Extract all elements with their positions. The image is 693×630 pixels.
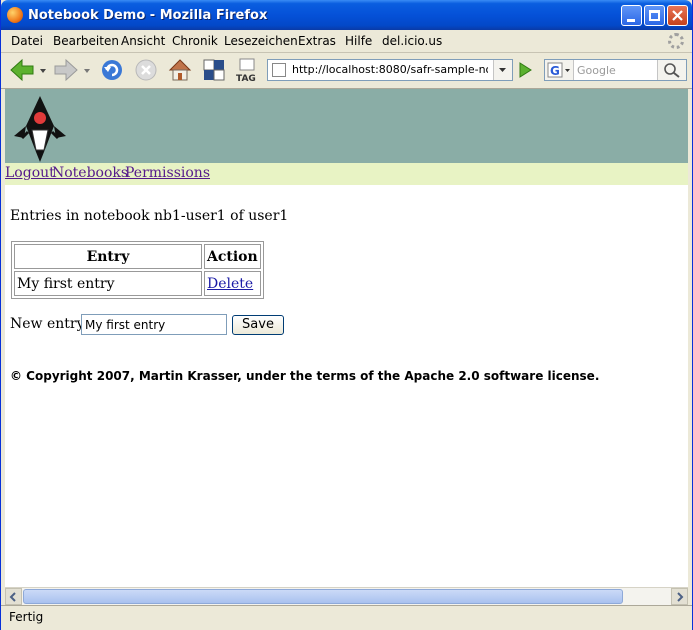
table-header-row: Entry Action [14, 244, 261, 269]
back-button[interactable] [9, 57, 46, 83]
entries-table: Entry Action My first entry Delete [11, 241, 264, 299]
logout-link[interactable]: Logout [5, 165, 55, 181]
maximize-button[interactable] [644, 5, 665, 26]
status-text: Fertig [9, 610, 44, 624]
chevron-right-icon [677, 592, 684, 602]
firefox-icon [7, 7, 23, 23]
tag-icon: TAG [236, 58, 256, 84]
favicon-icon [272, 63, 286, 77]
home-icon [168, 59, 192, 81]
page-content: Logout Notebooks Permissions Entries in … [5, 89, 688, 587]
new-entry-label: New entry: [10, 316, 90, 332]
nav-links-bar: Logout Notebooks Permissions [5, 163, 688, 185]
tag-label: TAG [236, 74, 256, 84]
reload-icon [102, 60, 122, 80]
screenshot-tool-button[interactable] [201, 57, 227, 83]
grid-icon [203, 59, 225, 81]
menu-delicious[interactable]: del.icio.us [382, 34, 442, 48]
duke-logo [14, 96, 66, 162]
chevron-down-icon [499, 68, 506, 72]
go-arrow-icon [519, 62, 532, 78]
table-row: My first entry Delete [14, 271, 261, 296]
permissions-link[interactable]: Permissions [125, 165, 210, 181]
stop-icon [135, 59, 157, 81]
window-title: Notebook Demo - Mozilla Firefox [28, 8, 268, 23]
search-button[interactable] [657, 60, 686, 80]
title-bar: Notebook Demo - Mozilla Firefox [1, 0, 692, 30]
menu-datei[interactable]: Datei [11, 34, 43, 48]
reload-button[interactable] [99, 57, 125, 83]
header-banner [5, 89, 688, 163]
chevron-left-icon [9, 592, 16, 602]
go-button[interactable] [515, 61, 535, 79]
save-button[interactable]: Save [232, 315, 284, 335]
new-entry-input[interactable] [81, 314, 227, 335]
scrollbar-thumb[interactable] [23, 589, 623, 604]
close-button[interactable] [667, 5, 688, 26]
menu-bearbeiten[interactable]: Bearbeiten [53, 34, 119, 48]
forward-arrow-icon [54, 58, 90, 82]
throbber-icon [668, 33, 684, 49]
horizontal-scrollbar[interactable] [5, 587, 688, 606]
menu-bar: Datei Bearbeiten Ansicht Chronik Lesezei… [1, 30, 692, 53]
search-placeholder: Google [577, 64, 616, 77]
menu-hilfe[interactable]: Hilfe [345, 34, 372, 48]
search-box[interactable]: G Google [544, 59, 687, 81]
menu-chronik[interactable]: Chronik [172, 34, 218, 48]
search-engine-selector[interactable]: G [545, 60, 574, 80]
navigation-toolbar: TAG http://localhost:8080/safr-sample-no… [1, 53, 692, 89]
scroll-left-button[interactable] [5, 588, 22, 605]
action-cell: Delete [204, 271, 261, 296]
address-bar[interactable]: http://localhost:8080/safr-sample-notebo… [267, 59, 513, 81]
copyright-text: © Copyright 2007, Martin Krasser, under … [10, 369, 600, 383]
status-bar: Fertig [1, 605, 692, 630]
magnifier-icon [664, 63, 680, 78]
close-icon [672, 10, 683, 21]
forward-button[interactable] [53, 57, 90, 83]
menu-ansicht[interactable]: Ansicht [121, 34, 165, 48]
url-text: http://localhost:8080/safr-sample-notebo… [292, 63, 488, 76]
scroll-right-button[interactable] [671, 588, 688, 605]
menu-lesezeichen[interactable]: Lesezeichen [224, 34, 298, 48]
tag-button[interactable]: TAG [234, 57, 260, 84]
delete-link[interactable]: Delete [207, 276, 253, 292]
google-icon: G [547, 62, 570, 78]
svg-text:G: G [550, 64, 560, 78]
back-arrow-icon [10, 58, 46, 82]
browser-window: Notebook Demo - Mozilla Firefox Datei Be… [0, 0, 693, 630]
notebooks-link[interactable]: Notebooks [52, 165, 128, 181]
url-dropdown[interactable] [493, 60, 512, 80]
menu-extras[interactable]: Extras [298, 34, 336, 48]
entry-cell: My first entry [14, 271, 202, 296]
stop-button[interactable] [133, 57, 159, 83]
page-heading: Entries in notebook nb1-user1 of user1 [10, 208, 289, 224]
home-button[interactable] [167, 57, 193, 83]
column-header-action: Action [204, 244, 261, 269]
minimize-button[interactable] [621, 5, 642, 26]
column-header-entry: Entry [14, 244, 202, 269]
